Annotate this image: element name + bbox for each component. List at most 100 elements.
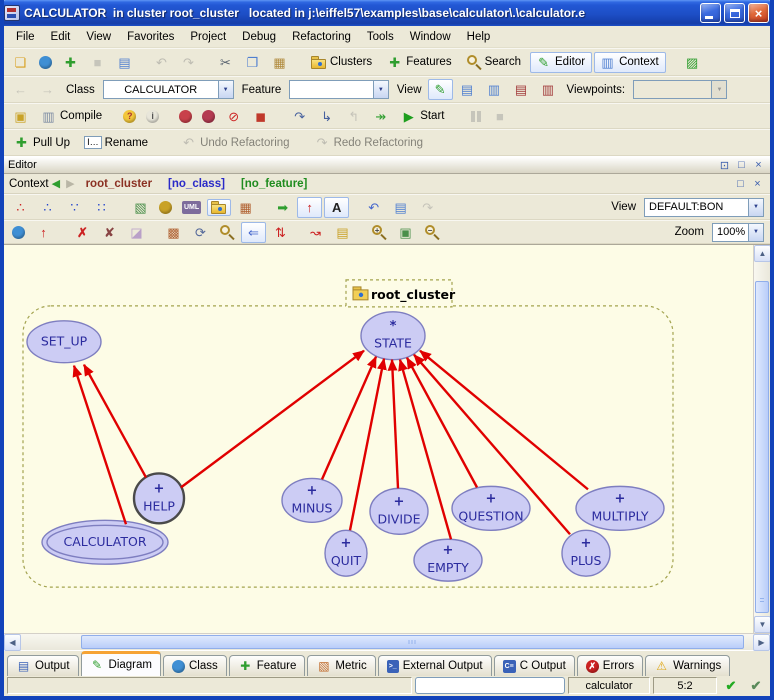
new-document-icon[interactable]: ❏: [8, 52, 33, 73]
supplier-links-icon[interactable]: ∵: [62, 197, 87, 218]
freeze-icon[interactable]: [175, 108, 196, 125]
add-note-icon[interactable]: ▤: [330, 222, 355, 243]
editor-toggle[interactable]: ✎Editor: [530, 52, 592, 73]
menu-edit[interactable]: Edit: [43, 28, 79, 46]
diagram-view-combobox[interactable]: DEFAULT:BON▼: [644, 198, 764, 217]
preview-icon[interactable]: [215, 222, 239, 242]
export-image-icon[interactable]: ▧: [128, 197, 153, 218]
class-node-question[interactable]: +QUESTION: [452, 486, 530, 530]
basic-text-view-toggle[interactable]: ✎: [428, 79, 453, 100]
clusters-button[interactable]: Clusters: [306, 54, 379, 71]
undo-diagram-icon[interactable]: ↶: [361, 197, 386, 218]
diagram-zoom-combobox-dropdown-arrow[interactable]: ▼: [748, 224, 763, 241]
class-node-set_up[interactable]: SET_UP: [27, 321, 101, 363]
compile-button[interactable]: ▥Compile: [35, 106, 109, 127]
paste-icon[interactable]: ▦: [267, 52, 292, 73]
info-icon[interactable]: i: [142, 108, 163, 125]
tab-metric[interactable]: ▧Metric: [307, 655, 375, 676]
class-node-plus[interactable]: +PLUS: [562, 530, 610, 576]
context-cluster-crumb[interactable]: root_cluster: [86, 178, 152, 190]
tab-output[interactable]: ▤Output: [7, 655, 79, 676]
menu-view[interactable]: View: [78, 28, 119, 46]
cancel-compilation-icon[interactable]: ⊘: [221, 106, 246, 127]
zoom-in-icon[interactable]: +: [367, 222, 391, 242]
project-settings-icon[interactable]: ▣: [8, 106, 33, 127]
new-class-tool-icon[interactable]: [8, 224, 29, 241]
scroll-down-button[interactable]: ▼: [754, 616, 771, 633]
class-view-icon[interactable]: ▦: [233, 197, 258, 218]
class-node-quit[interactable]: +QUIT: [325, 530, 367, 576]
diagram-history-icon[interactable]: ▤: [388, 197, 413, 218]
scroll-right-button[interactable]: ▶: [753, 634, 770, 651]
context-toggle[interactable]: ▥Context: [594, 52, 666, 73]
diagram-canvas[interactable]: root_cluster SET_UP *STATE +HELPCALCULATOR +…: [4, 245, 753, 633]
class-node-multiply[interactable]: +MULTIPLY: [576, 486, 664, 530]
class-node-state[interactable]: *STATE: [361, 312, 425, 360]
menu-favorites[interactable]: Favorites: [119, 28, 182, 46]
pull-up-button[interactable]: ✚Pull Up: [8, 132, 77, 153]
tab-errors[interactable]: ✗Errors: [577, 655, 643, 676]
external-commands-icon[interactable]: ▨: [680, 52, 705, 73]
class-node-help[interactable]: +HELP: [134, 473, 184, 523]
eraser-icon[interactable]: ◪: [124, 222, 149, 243]
maximize-context-icon[interactable]: □: [733, 177, 748, 191]
scroll-up-button[interactable]: ▲: [754, 245, 771, 262]
context-back-icon[interactable]: ◀: [52, 177, 60, 190]
export-diagram-icon[interactable]: [155, 199, 176, 216]
context-feature-crumb[interactable]: [no_feature]: [241, 178, 307, 190]
delete-icon[interactable]: ✗: [70, 222, 95, 243]
class-node-calculator[interactable]: CALCULATOR: [42, 520, 168, 564]
menu-help[interactable]: Help: [459, 28, 499, 46]
cluster-view-toggle[interactable]: [207, 199, 231, 216]
root-cluster-label[interactable]: root_cluster: [346, 280, 456, 307]
flat-view-icon[interactable]: ▥: [482, 79, 507, 100]
maximize-pane-icon[interactable]: □: [734, 158, 749, 172]
finalize-icon[interactable]: [198, 108, 219, 125]
menu-window[interactable]: Window: [402, 28, 459, 46]
add-project-icon[interactable]: ✚: [58, 52, 83, 73]
menu-tools[interactable]: Tools: [359, 28, 402, 46]
tab-diagram[interactable]: ✎Diagram: [81, 651, 161, 676]
class-node-empty[interactable]: +EMPTY: [414, 539, 482, 581]
run-to-cursor-icon[interactable]: ↠: [368, 106, 393, 127]
text-mode-toggle[interactable]: A: [324, 197, 349, 218]
rotate-icon[interactable]: ⟳: [188, 222, 213, 243]
status-search-field[interactable]: [415, 677, 565, 694]
vertical-layout-icon[interactable]: ⇅: [268, 222, 293, 243]
melt-icon[interactable]: ?: [119, 108, 140, 125]
features-button[interactable]: ✚Features: [381, 52, 458, 73]
class-combobox[interactable]: CALCULATOR▼: [103, 80, 234, 99]
feature-combobox[interactable]: ▼: [289, 80, 389, 99]
copy-icon[interactable]: ❐: [240, 52, 265, 73]
undock-pane-icon[interactable]: ⊡: [717, 158, 732, 172]
client-links-icon[interactable]: ∷: [89, 197, 114, 218]
relayout-icon[interactable]: ➡: [270, 197, 295, 218]
context-forward-icon[interactable]: ▶: [66, 177, 74, 190]
vertical-scroll-thumb[interactable]: [755, 281, 769, 613]
interface-view-icon[interactable]: ▥: [536, 79, 561, 100]
close-context-icon[interactable]: ×: [750, 177, 765, 191]
step-over-icon[interactable]: ↷: [287, 106, 312, 127]
close-button[interactable]: ×: [748, 3, 769, 23]
inheritance-mode-toggle[interactable]: ↑: [297, 197, 322, 218]
open-project-icon[interactable]: [35, 54, 56, 71]
tab-warnings[interactable]: ⚠Warnings: [645, 655, 730, 676]
horizontal-scroll-thumb[interactable]: [81, 635, 744, 649]
scroll-left-button[interactable]: ◀: [4, 634, 21, 651]
diagram-zoom-combobox[interactable]: 100%▼: [712, 223, 764, 242]
menu-debug[interactable]: Debug: [234, 28, 284, 46]
clickable-view-icon[interactable]: ▤: [455, 79, 480, 100]
feature-combobox-dropdown-arrow[interactable]: ▼: [373, 81, 388, 98]
diagram-view-combobox-dropdown-arrow[interactable]: ▼: [748, 199, 763, 216]
contract-view-icon[interactable]: ▤: [509, 79, 534, 100]
menu-refactoring[interactable]: Refactoring: [284, 28, 359, 46]
class-node-divide[interactable]: +DIVIDE: [370, 488, 428, 534]
title-bar[interactable]: CALCULATOR in cluster root_cluster locat…: [0, 0, 774, 26]
cut-icon[interactable]: ✂: [213, 52, 238, 73]
search-button[interactable]: Search: [461, 52, 528, 72]
context-class-crumb[interactable]: [no_class]: [168, 178, 225, 190]
step-into-icon[interactable]: ↳: [314, 106, 339, 127]
class-node-minus[interactable]: +MINUS: [282, 478, 342, 522]
precompile-icon[interactable]: ◼: [248, 106, 273, 127]
color-tool-icon[interactable]: ▩: [161, 222, 186, 243]
